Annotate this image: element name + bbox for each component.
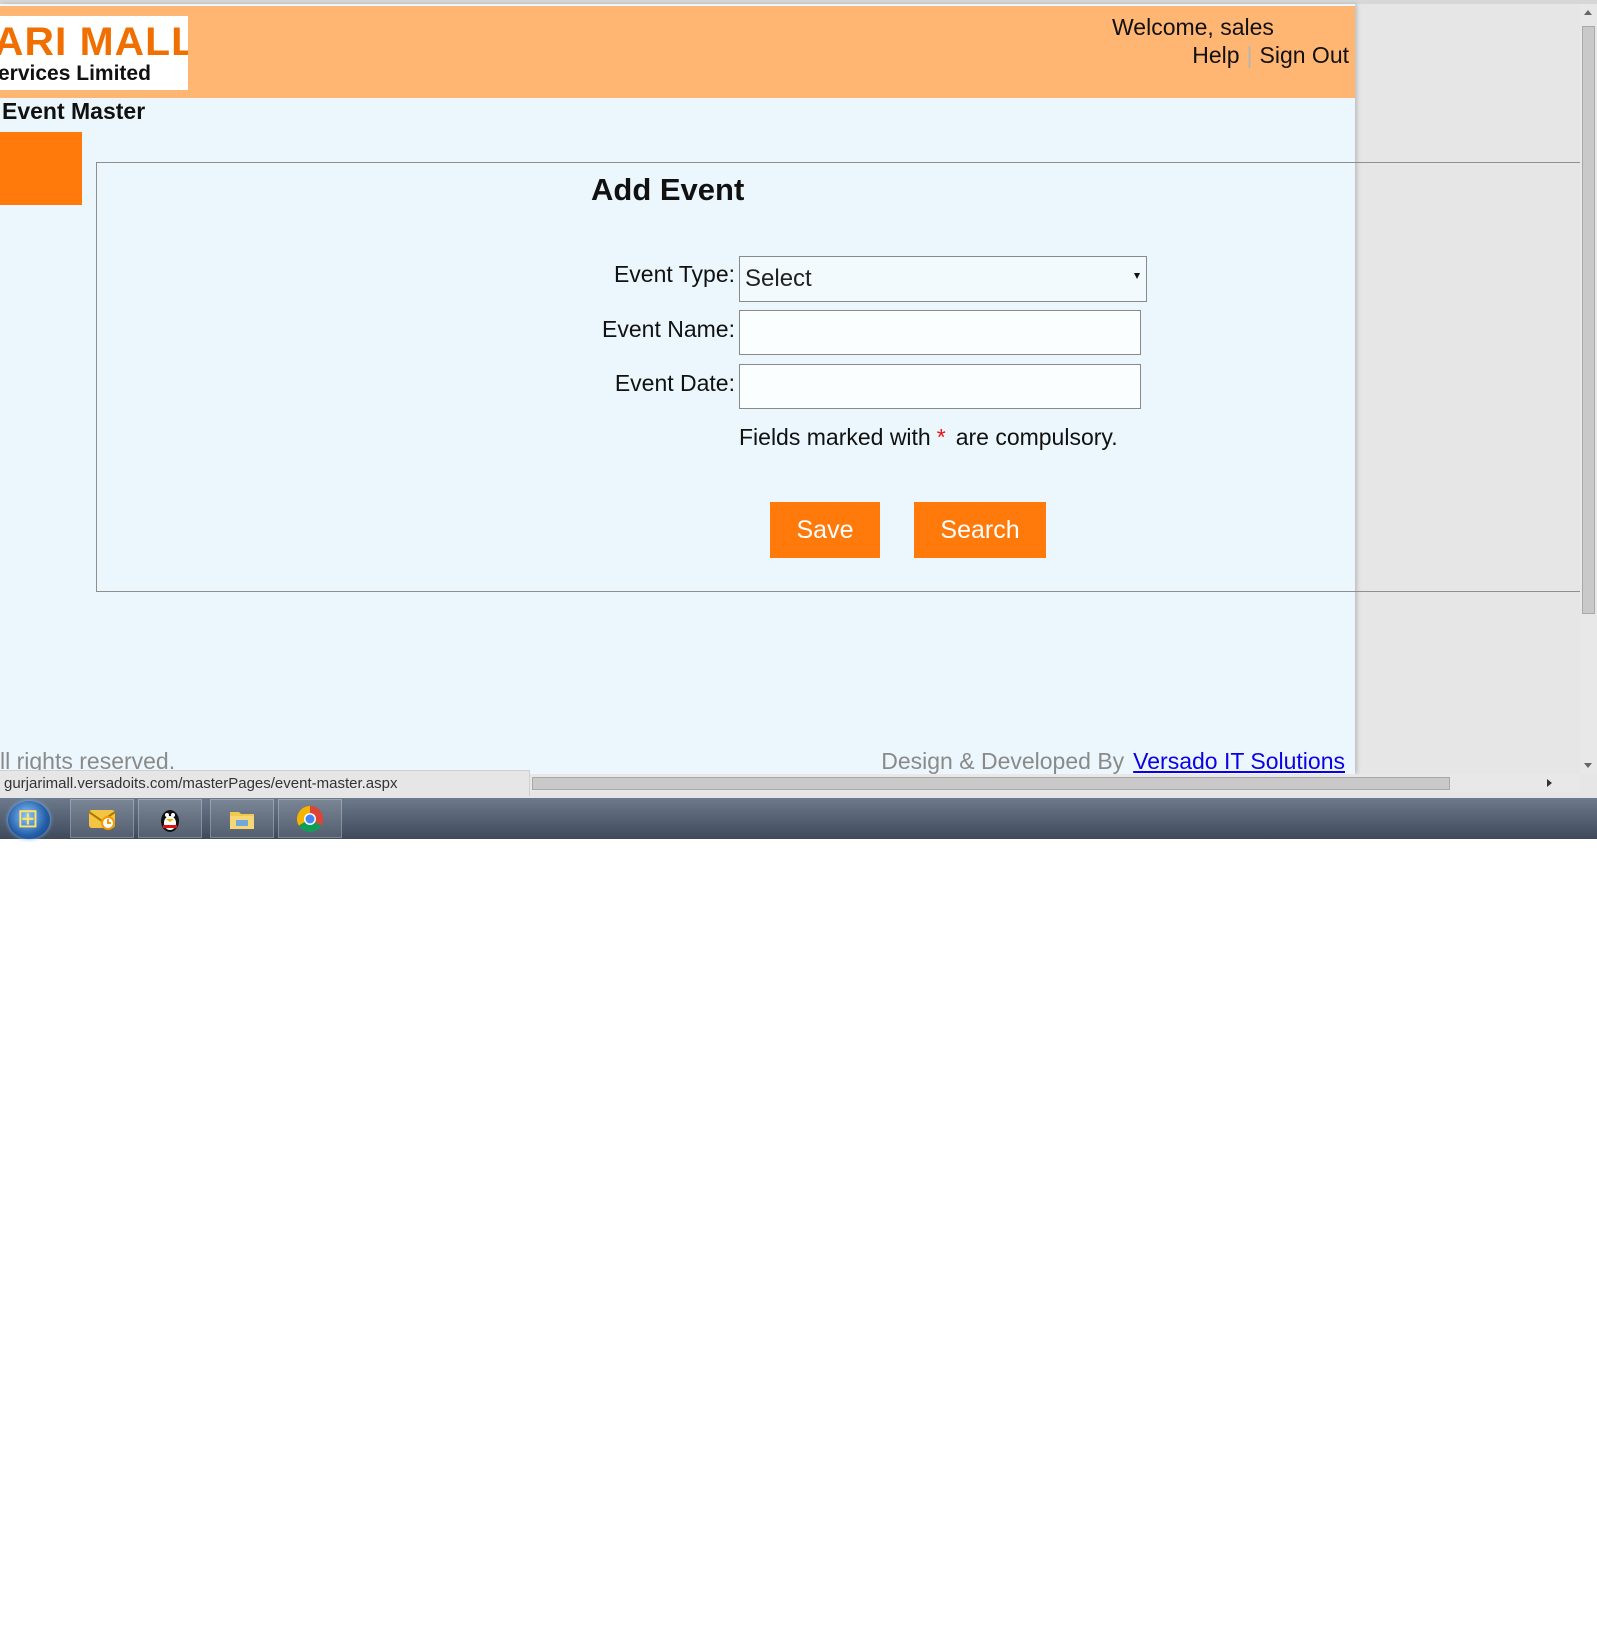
logo-text-main: ARI MALL (0, 20, 188, 64)
taskbar-app-outlook[interactable] (70, 799, 134, 838)
header-links: Help | Sign Out (1192, 42, 1349, 69)
taskbar: 4:41 PM 27-11-14 (0, 798, 1597, 1637)
system-clock[interactable]: 4:41 PM 27-11-14 (1500, 1599, 1572, 1637)
status-bar-url: gurjarimall.versadoits.com/masterPages/e… (0, 770, 530, 796)
scroll-right-icon[interactable] (1547, 779, 1552, 787)
company-link[interactable]: Versado IT Solutions (1133, 748, 1345, 774)
clock-time: 4:41 PM (1509, 1600, 1563, 1616)
horizontal-scroll-thumb[interactable] (532, 777, 1450, 790)
sign-out-link[interactable]: Sign Out (1260, 42, 1350, 68)
scroll-up-icon[interactable] (1584, 10, 1592, 15)
page-title: Event Master (2, 98, 146, 124)
scroll-down-icon[interactable] (1584, 763, 1592, 768)
link-separator: | (1246, 42, 1253, 68)
chrome-icon (296, 805, 324, 832)
clock-date: 27-11-14 (1508, 1619, 1564, 1635)
horizontal-scrollbar[interactable] (530, 774, 1580, 792)
taskbar-app-qq[interactable] (138, 799, 202, 838)
qq-penguin-icon (161, 809, 179, 832)
footer-credits: Design & Developed By Versado IT Solution… (881, 748, 1345, 775)
taskbar-app-explorer[interactable] (210, 799, 274, 838)
logo-text-sub: ervices Limited (0, 62, 151, 85)
windows-start-icon[interactable] (8, 801, 50, 839)
show-hidden-icons-icon[interactable] (1478, 1614, 1486, 1620)
browser-viewport: ARI MALL ervices Limited Welcome, sales … (0, 0, 1597, 798)
file-explorer-icon (230, 811, 254, 829)
show-desktop-button[interactable] (1582, 1596, 1597, 1637)
add-event-panel (96, 162, 1594, 592)
outlook-icon (88, 809, 116, 830)
site-header: ARI MALL ervices Limited Welcome, sales … (0, 6, 1355, 98)
company-logo[interactable]: ARI MALL ervices Limited (0, 16, 188, 90)
side-menu-block[interactable] (0, 132, 82, 205)
taskbar-app-chrome[interactable] (278, 799, 342, 838)
vertical-scrollbar[interactable] (1580, 4, 1597, 774)
vertical-scroll-thumb[interactable] (1582, 26, 1595, 614)
help-link[interactable]: Help (1192, 42, 1239, 68)
footer-design-text: Design & Developed By (881, 748, 1125, 774)
welcome-text: Welcome, sales (1112, 14, 1274, 40)
